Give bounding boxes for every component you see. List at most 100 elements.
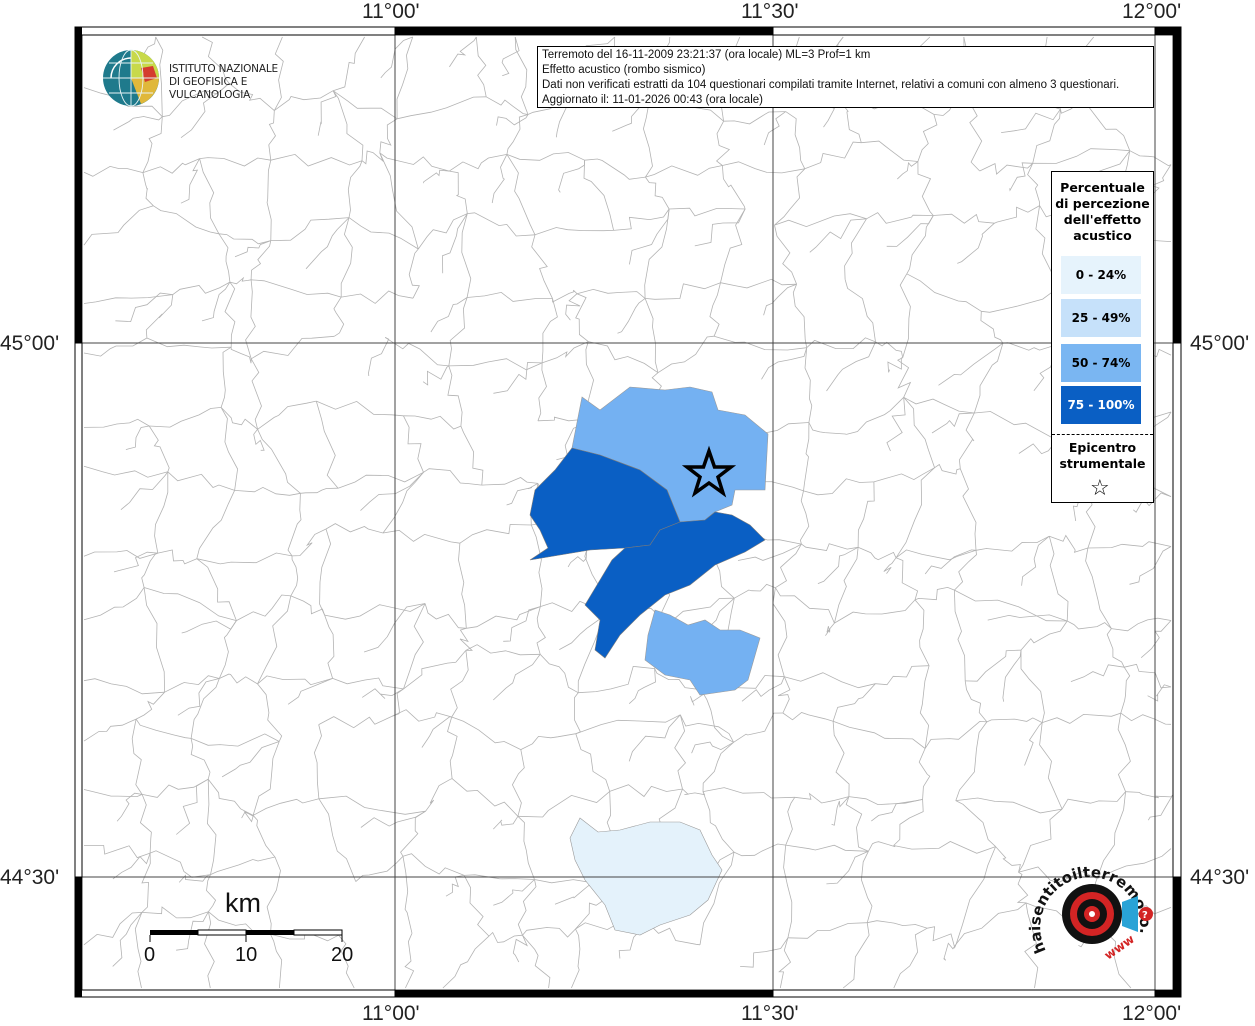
legend-separator [1052, 434, 1153, 435]
boundary-line [421, 716, 452, 748]
boundary-line [319, 528, 332, 616]
boundary-line [868, 841, 896, 852]
boundary-line [777, 676, 791, 714]
boundary-line [465, 644, 541, 656]
boundary-line [954, 590, 966, 681]
boundary-line [1120, 666, 1131, 714]
boundary-line [206, 874, 217, 912]
boundary-line [83, 678, 165, 695]
boundary-line [112, 852, 151, 880]
boundary-line [486, 96, 529, 115]
boundary-line [702, 787, 795, 799]
boundary-line [1147, 794, 1173, 821]
boundary-line [682, 788, 706, 796]
boundary-line [723, 111, 786, 125]
boundary-line [895, 557, 919, 601]
boundary-line [917, 161, 934, 216]
boundary-line [112, 912, 143, 967]
boundary-line [250, 335, 335, 360]
boundary-line [447, 365, 463, 427]
boundary-line [1032, 148, 1130, 164]
boundary-line [430, 297, 468, 333]
boundary-line [584, 158, 646, 180]
event-info-line3: Dati non verificati estratti da 104 ques… [542, 79, 1120, 91]
boundary-line [1085, 547, 1112, 629]
boundary-line [131, 719, 143, 795]
boundary-line [1106, 628, 1125, 668]
boundary-line [447, 716, 458, 779]
boundary-line [987, 614, 1068, 622]
boundary-line [817, 546, 859, 584]
boundary-line [808, 422, 847, 435]
boundary-line [832, 720, 926, 749]
boundary-line [341, 290, 414, 304]
boundary-line [645, 165, 723, 178]
boundary-line [644, 298, 659, 373]
boundary-line [391, 709, 452, 722]
boundary-line [772, 587, 788, 677]
lat-label-45-00-right: 45°00' [1190, 332, 1250, 355]
boundary-line [196, 558, 237, 621]
boundary-line [149, 850, 211, 878]
boundary-line [178, 874, 211, 883]
scale-bar [149, 929, 343, 942]
boundary-line [316, 400, 404, 417]
boundary-line [832, 683, 876, 722]
lon-label-11-00-top: 11°00' [362, 0, 420, 23]
boundary-line [491, 154, 508, 204]
ingv-name-line1: ISTITUTO NAZIONALE [169, 63, 278, 75]
boundary-line [402, 853, 465, 876]
boundary-line [514, 36, 529, 115]
boundary-line [481, 477, 538, 486]
boundary-line [83, 165, 143, 177]
boundary-line [451, 716, 521, 750]
boundary-line [1111, 617, 1172, 632]
boundary-line [391, 688, 404, 717]
boundary-line [83, 337, 148, 357]
boundary-line [785, 797, 796, 846]
boundary-line [834, 547, 859, 624]
lon-label-12-00-bottom: 12°00' [1122, 1002, 1182, 1025]
boundary-line [903, 396, 975, 414]
boundary-line [522, 934, 551, 989]
lat-label-44-30-right: 44°30' [1190, 866, 1250, 889]
boundary-line [204, 911, 215, 989]
boundary-line [266, 856, 281, 935]
boundary-line [461, 213, 472, 298]
boundary-line [541, 341, 589, 364]
boundary-line [116, 792, 143, 822]
boundary-line [141, 906, 209, 919]
boundary-line [467, 291, 553, 302]
legend-class-50-74: 50 - 74% [1061, 344, 1141, 382]
boundary-line [957, 222, 995, 264]
boundary-line [221, 741, 280, 778]
boundary-line [142, 158, 200, 174]
boundary-line [333, 296, 345, 337]
boundary-line [778, 937, 792, 989]
boundary-line [145, 294, 174, 339]
boundary-line [763, 283, 797, 316]
ingv-globe-icon [103, 49, 159, 107]
boundary-line [305, 217, 350, 270]
boundary-line [241, 811, 254, 823]
boundary-line [914, 599, 930, 666]
boundary-line [575, 714, 681, 735]
boundary-line [141, 853, 151, 913]
boundary-line [1027, 163, 1040, 206]
boundary-line [866, 212, 934, 224]
boundary-line [403, 603, 426, 690]
boundary-line [1070, 664, 1125, 682]
boundary-line [906, 273, 982, 312]
boundary-line [825, 622, 835, 636]
boundary-line [722, 165, 746, 210]
boundary-line [857, 481, 875, 548]
boundary-line [919, 665, 930, 749]
boundary-line [931, 412, 975, 434]
boundary-line [83, 587, 145, 621]
legend-title-line2: di percezione [1055, 196, 1150, 211]
boundary-line [148, 425, 170, 472]
boundary-line [493, 362, 543, 394]
boundary-line [143, 587, 165, 693]
boundary-line [1140, 620, 1172, 659]
lon-label-12-00-top: 12°00' [1122, 0, 1182, 23]
